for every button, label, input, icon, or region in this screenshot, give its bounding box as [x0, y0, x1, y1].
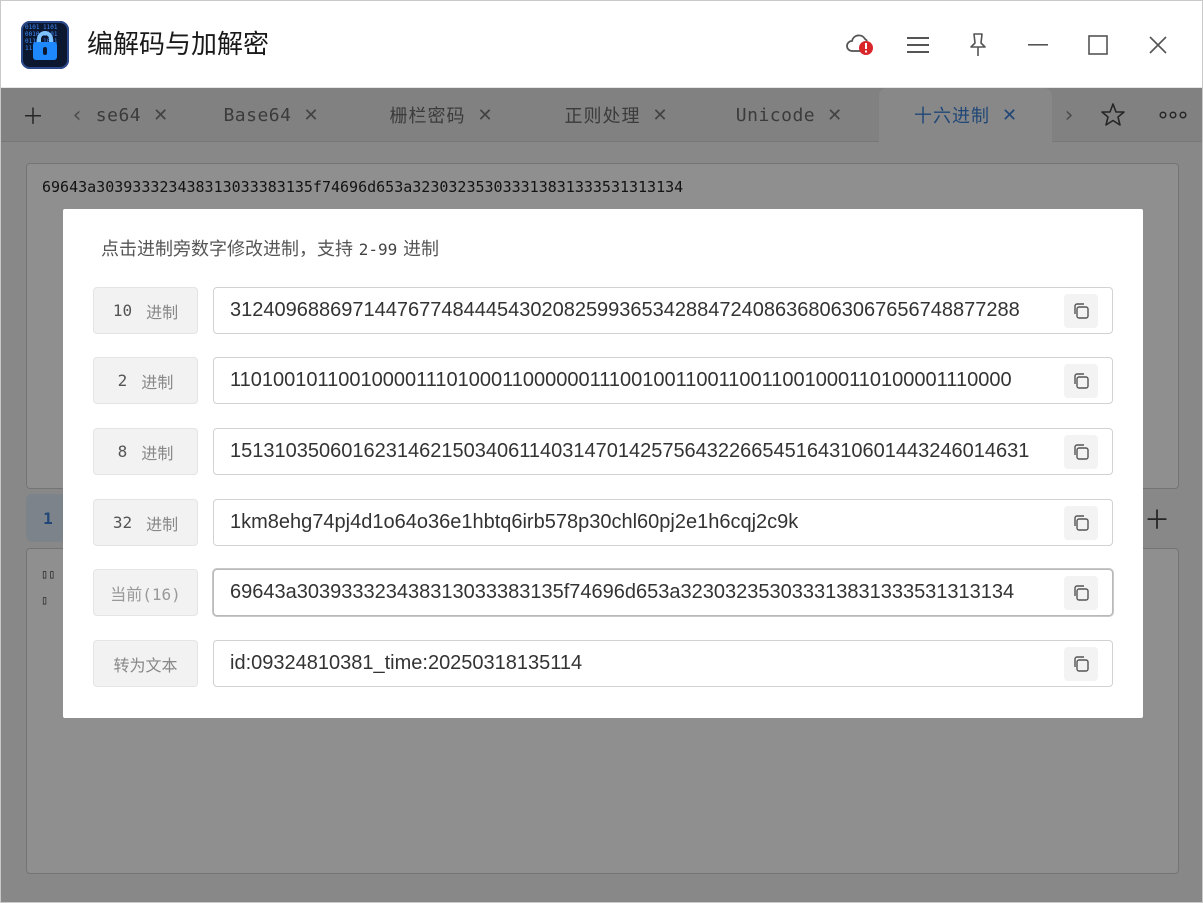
menu-icon: [907, 37, 929, 53]
base-selector-32[interactable]: 32 进制: [93, 499, 198, 546]
copy-icon: [1074, 303, 1089, 319]
minimize-button[interactable]: [1016, 23, 1060, 67]
app-lock-icon: 0101 1101 0010 1101 0110 1001 1110 0101: [21, 21, 69, 69]
copy-button[interactable]: [1064, 647, 1098, 681]
base-10-value: 3124096886971447677484445430208259936534…: [230, 299, 1020, 321]
dialog-hint: 点击进制旁数字修改进制，支持 2-99 进制: [101, 239, 439, 260]
base-32-value: 1km8ehg74pj4d1o64o36e1hbtq6irb578p30chl6…: [230, 511, 799, 533]
radix-conversion-dialog: 点击进制旁数字修改进制，支持 2-99 进制 10 进制 31240968869…: [63, 209, 1143, 718]
copy-icon: [1074, 515, 1089, 531]
app-window: 0101 1101 0010 1101 0110 1001 1110 0101 …: [0, 0, 1203, 903]
current-hex-value: 69643a303933323438313033383135f74696d653…: [230, 581, 1015, 603]
to-text-field[interactable]: id:09324810381_time:20250318135114: [213, 640, 1113, 687]
base-10-field[interactable]: 3124096886971447677484445430208259936534…: [213, 287, 1113, 334]
base-selector-8[interactable]: 8 进制: [93, 428, 198, 475]
base-selector-2[interactable]: 2 进制: [93, 357, 198, 404]
row-to-text: 转为文本 id:09324810381_time:20250318135114: [93, 640, 1113, 688]
pin-button[interactable]: [956, 23, 1000, 67]
base-2-field[interactable]: 1101001011001000011101000110000001110010…: [213, 357, 1113, 404]
copy-button[interactable]: [1064, 576, 1098, 610]
base-32-field[interactable]: 1km8ehg74pj4d1o64o36e1hbtq6irb578p30chl6…: [213, 499, 1113, 546]
copy-button[interactable]: [1064, 294, 1098, 328]
base-2-value: 1101001011001000011101000110000001110010…: [230, 369, 1012, 391]
row-base-8: 8 进制 15131035060162314621503406114031470…: [93, 428, 1113, 476]
cloud-alert-icon: [846, 34, 873, 55]
pin-icon: [970, 33, 986, 56]
title-bar: 0101 1101 0010 1101 0110 1001 1110 0101 …: [1, 1, 1202, 88]
copy-button[interactable]: [1064, 506, 1098, 540]
maximize-button[interactable]: [1076, 23, 1120, 67]
copy-icon: [1074, 656, 1089, 672]
close-icon: [1149, 36, 1167, 54]
minimize-icon: [1028, 44, 1048, 46]
copy-icon: [1074, 444, 1089, 460]
base-8-field[interactable]: 1513103506016231462150340611403147014257…: [213, 428, 1113, 475]
row-base-32: 32 进制 1km8ehg74pj4d1o64o36e1hbtq6irb578p…: [93, 499, 1113, 547]
current-hex-field[interactable]: 69643a303933323438313033383135f74696d653…: [213, 569, 1113, 616]
row-base-10: 10 进制 3124096886971447677484445430208259…: [93, 287, 1113, 335]
copy-icon: [1074, 373, 1089, 389]
app-title: 编解码与加解密: [87, 30, 270, 60]
base-8-value: 1513103506016231462150340611403147014257…: [230, 440, 1030, 462]
current-base-label: 当前(16): [93, 569, 198, 616]
menu-button[interactable]: [896, 23, 940, 67]
copy-button[interactable]: [1064, 435, 1098, 469]
to-text-label: 转为文本: [93, 640, 198, 687]
copy-button[interactable]: [1064, 364, 1098, 398]
cloud-alert-button[interactable]: [838, 23, 882, 67]
row-base-2: 2 进制 11010010110010000111010001100000011…: [93, 357, 1113, 405]
copy-icon: [1074, 585, 1089, 601]
base-selector-10[interactable]: 10 进制: [93, 287, 198, 334]
maximize-icon: [1088, 35, 1108, 55]
row-current-hex: 当前(16) 69643a303933323438313033383135f74…: [93, 569, 1113, 617]
to-text-value: id:09324810381_time:20250318135114: [230, 652, 583, 674]
close-window-button[interactable]: [1136, 23, 1180, 67]
